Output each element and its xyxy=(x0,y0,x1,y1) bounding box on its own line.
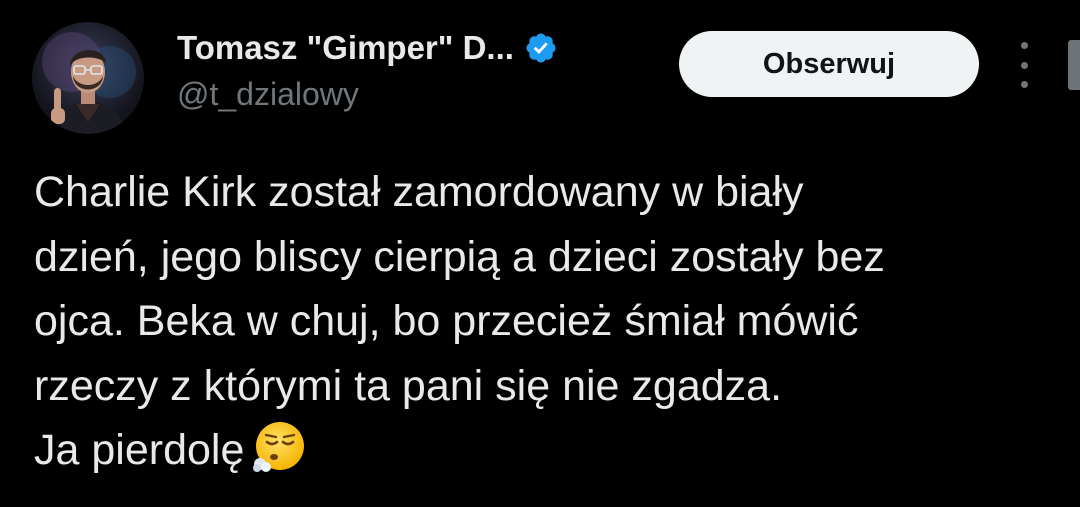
tweet-line: Charlie Kirk został zamordowany w biały xyxy=(34,168,804,216)
more-vertical-icon[interactable] xyxy=(1010,42,1038,88)
verified-badge-icon xyxy=(524,31,558,65)
tweet-line: dzień, jego bliscy cierpią a dzieci zost… xyxy=(34,232,885,281)
tweet-last-line: Ja pierdolę xyxy=(34,418,1064,483)
author-name-row: Tomasz "Gimper" D... xyxy=(177,28,558,68)
avatar[interactable] xyxy=(32,22,144,134)
author-display-name[interactable]: Tomasz "Gimper" D... xyxy=(177,29,514,67)
tweet: Tomasz "Gimper" D... @t_dzialowy Obserwu… xyxy=(0,0,1080,507)
scrollbar-thumb[interactable] xyxy=(1068,40,1080,90)
follow-button[interactable]: Obserwuj xyxy=(679,31,979,97)
tweet-line: rzeczy z którymi ta pani się nie zgadza. xyxy=(34,361,783,410)
tweet-line: ojca. Beka w chuj, bo przecież śmiał mów… xyxy=(34,297,859,345)
tweet-line: Ja pierdolę xyxy=(34,426,245,474)
tweet-text: Charlie Kirk został zamordowany w biały … xyxy=(34,160,1064,483)
author-handle[interactable]: @t_dzialowy xyxy=(177,76,359,113)
face-exhaling-emoji-icon xyxy=(252,420,306,474)
avatar-image xyxy=(42,32,136,134)
